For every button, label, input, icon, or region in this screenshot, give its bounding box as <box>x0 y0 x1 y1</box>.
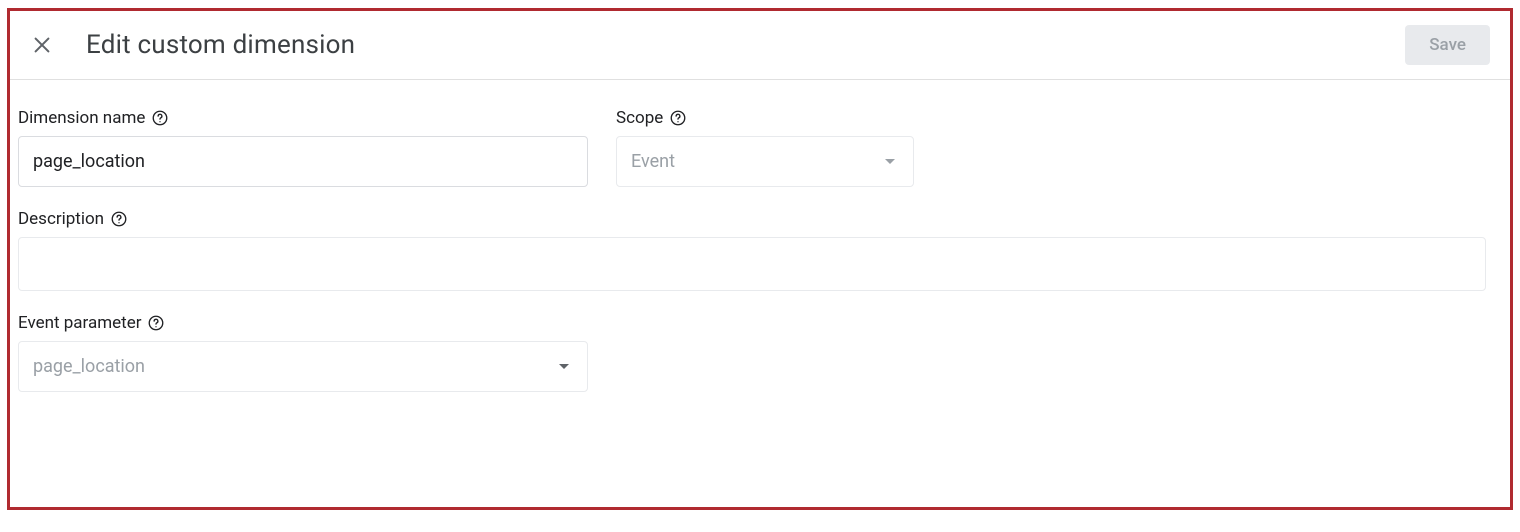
event-parameter-select[interactable]: page_location <box>18 341 588 392</box>
close-icon[interactable] <box>30 33 54 57</box>
chevron-down-icon <box>555 358 573 376</box>
scope-label: Scope <box>616 108 914 128</box>
scope-group: Scope Event <box>616 108 914 187</box>
help-icon[interactable] <box>669 109 687 127</box>
scope-select[interactable]: Event <box>616 136 914 187</box>
save-button[interactable]: Save <box>1405 25 1490 65</box>
dialog-title: Edit custom dimension <box>86 30 355 60</box>
event-parameter-group: Event parameter page_location <box>18 313 588 392</box>
help-icon[interactable] <box>147 314 165 332</box>
scope-label-text: Scope <box>616 108 663 128</box>
description-group: Description <box>18 209 1486 291</box>
description-label-text: Description <box>18 209 104 229</box>
row-description: Description <box>10 209 1510 313</box>
header-left: Edit custom dimension <box>30 30 355 60</box>
event-parameter-label-text: Event parameter <box>18 313 141 333</box>
scope-selected-value: Event <box>631 151 675 172</box>
help-icon[interactable] <box>151 109 169 127</box>
help-icon[interactable] <box>110 210 128 228</box>
row-event-parameter: Event parameter page_location <box>10 313 1510 414</box>
description-label: Description <box>18 209 1486 229</box>
form-body: Dimension name Scope <box>10 80 1510 414</box>
dialog-header: Edit custom dimension Save <box>10 11 1510 80</box>
chevron-down-icon <box>881 153 899 171</box>
dimension-name-label-text: Dimension name <box>18 108 145 128</box>
event-parameter-label: Event parameter <box>18 313 588 333</box>
dimension-name-group: Dimension name <box>18 108 588 187</box>
event-parameter-selected-value: page_location <box>33 356 145 377</box>
dimension-name-label: Dimension name <box>18 108 588 128</box>
edit-dimension-dialog: Edit custom dimension Save Dimension nam… <box>7 8 1513 510</box>
dimension-name-input[interactable] <box>18 136 588 187</box>
description-input[interactable] <box>18 237 1486 291</box>
row-name-scope: Dimension name Scope <box>10 108 1510 209</box>
